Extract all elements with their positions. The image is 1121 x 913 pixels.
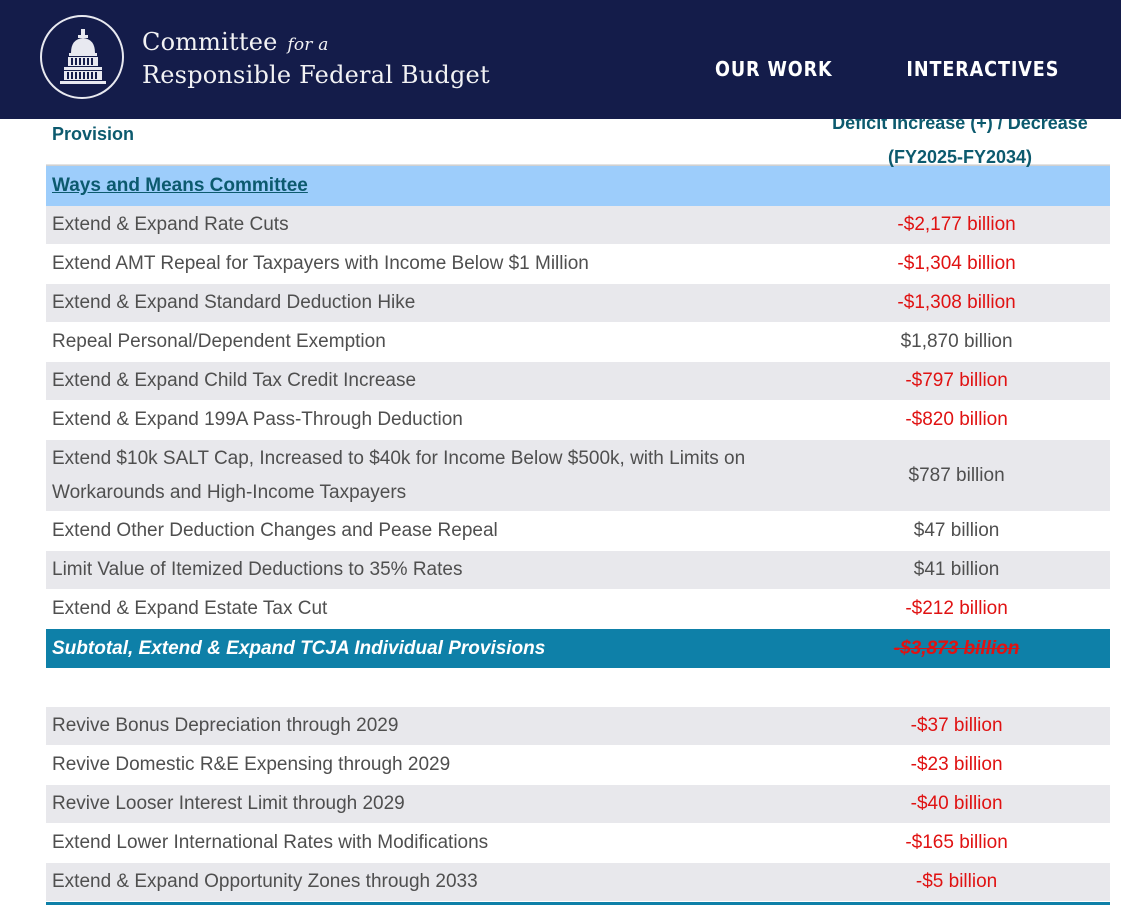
provision-cell: Repeal Personal/Dependent Exemption — [52, 331, 386, 352]
subtotal-row: Subtotal, Extend & Expand TCJA Individua… — [46, 629, 1110, 668]
org-name-fora: for a — [287, 35, 329, 55]
provision-cell: Extend & Expand Opportunity Zones throug… — [52, 871, 478, 892]
org-name-line1: Committee — [142, 28, 278, 56]
table-row: Extend & Expand Standard Deduction Hike … — [46, 284, 1110, 323]
table-row: Repeal Personal/Dependent Exemption $1,8… — [46, 323, 1110, 362]
table-row: Limit Value of Itemized Deductions to 35… — [46, 551, 1110, 590]
table-row: Extend & Expand Child Tax Credit Increas… — [46, 362, 1110, 401]
provision-cell: Extend & Expand Rate Cuts — [52, 214, 289, 235]
provision-cell: Revive Domestic R&E Expensing through 20… — [52, 754, 451, 775]
value-cell: -$5 billion — [915, 871, 998, 892]
provision-cell: Extend Lower International Rates with Mo… — [52, 832, 489, 853]
table-row: Extend Lower International Rates with Mo… — [46, 824, 1110, 863]
spacer-row — [46, 668, 1110, 707]
table-row: Extend & Expand Opportunity Zones throug… — [46, 863, 1110, 902]
nav-interactives[interactable]: INTERACTIVES — [907, 57, 1060, 81]
table-row: Extend $10k SALT Cap, Increased to $40k … — [46, 440, 1110, 512]
nav-our-work[interactable]: OUR WORK — [715, 57, 833, 81]
value-cell: -$40 billion — [910, 793, 1003, 814]
column-header-provision: Provision — [52, 124, 135, 144]
provision-cell: Extend & Expand Child Tax Credit Increas… — [52, 370, 417, 391]
value-cell: -$165 billion — [905, 832, 1008, 853]
provision-cell: Extend AMT Repeal for Taxpayers with Inc… — [52, 253, 589, 274]
provisions-table: Provision Deficit Increase (+) / Decreas… — [46, 84, 1110, 905]
provision-cell: Extend Other Deduction Changes and Pease… — [52, 520, 498, 541]
provision-cell: Extend & Expand Standard Deduction Hike — [52, 292, 416, 313]
org-name-line2: Responsible Federal Budget — [142, 61, 490, 89]
table-row: Extend & Expand 199A Pass-Through Deduct… — [46, 401, 1110, 440]
value-cell: -$212 billion — [905, 598, 1008, 619]
value-cell: -$23 billion — [910, 754, 1003, 775]
capitol-logo[interactable] — [40, 15, 124, 99]
value-cell: $1,870 billion — [900, 331, 1013, 352]
value-cell: -$2,177 billion — [897, 214, 1016, 235]
value-cell: -$37 billion — [910, 715, 1003, 736]
provision-cell: Revive Bonus Depreciation through 2029 — [52, 715, 399, 736]
table-row: Revive Bonus Depreciation through 2029 -… — [46, 707, 1110, 746]
subtotal-value: -$3,873 billion — [893, 637, 1020, 659]
column-header-impact-line2: (FY2025-FY2034) — [887, 147, 1033, 167]
section-link-ways-and-means[interactable]: Ways and Means Committee — [52, 175, 308, 197]
table-row: Revive Looser Interest Limit through 202… — [46, 785, 1110, 824]
value-cell: -$1,308 billion — [897, 292, 1016, 313]
provision-cell: Extend $10k SALT Cap, Increased to $40k … — [52, 447, 746, 503]
value-cell: $41 billion — [913, 559, 1000, 580]
table-row: Revive Domestic R&E Expensing through 20… — [46, 746, 1110, 785]
provision-cell: Limit Value of Itemized Deductions to 35… — [52, 559, 463, 580]
value-cell: $47 billion — [913, 520, 1000, 541]
table-bottom-rule — [46, 902, 1110, 905]
table-row: Extend Other Deduction Changes and Pease… — [46, 512, 1110, 551]
capitol-dome-icon — [60, 29, 106, 84]
provision-cell: Revive Looser Interest Limit through 202… — [52, 793, 405, 814]
site-header: Committee for a Responsible Federal Budg… — [0, 0, 1121, 119]
table-row: Extend AMT Repeal for Taxpayers with Inc… — [46, 245, 1110, 284]
value-cell: -$797 billion — [905, 370, 1008, 391]
value-cell: $787 billion — [908, 464, 1005, 486]
provision-cell: Extend & Expand Estate Tax Cut — [52, 598, 328, 619]
provision-cell: Extend & Expand 199A Pass-Through Deduct… — [52, 409, 463, 430]
table-row: Extend & Expand Estate Tax Cut -$212 bil… — [46, 590, 1110, 629]
org-name[interactable]: Committee for a Responsible Federal Budg… — [142, 27, 490, 90]
subtotal-label: Subtotal, Extend & Expand TCJA Individua… — [52, 637, 546, 659]
value-cell: -$1,304 billion — [897, 253, 1016, 274]
table-row: Extend & Expand Rate Cuts -$2,177 billio… — [46, 206, 1110, 245]
value-cell: -$820 billion — [905, 409, 1008, 430]
main-nav: OUR WORK INTERACTIVES — [707, 57, 1070, 81]
